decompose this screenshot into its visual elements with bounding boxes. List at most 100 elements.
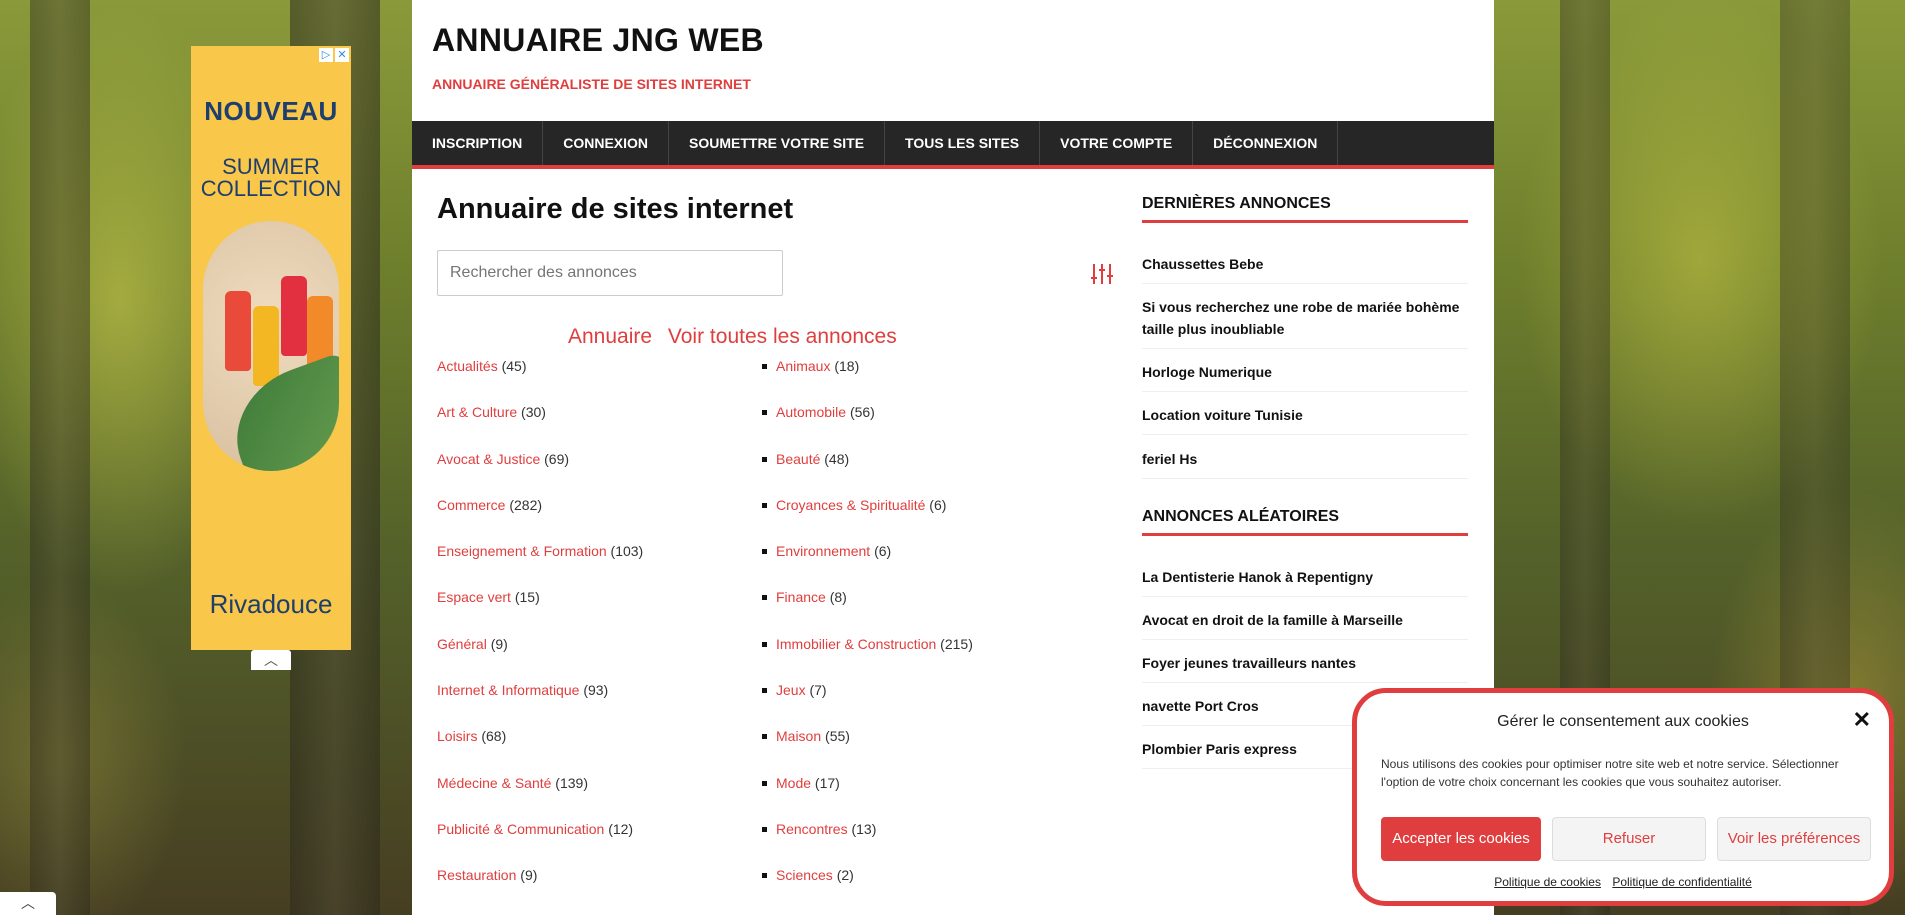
sidebar-item[interactable]: Chaussettes Bebe [1142, 253, 1468, 284]
link-privacy-policy[interactable]: Politique de confidentialité [1612, 875, 1751, 889]
category-link[interactable]: Loisirs [437, 728, 477, 744]
category-count: (6) [929, 496, 947, 513]
bullet-icon [762, 549, 767, 555]
sidebar-item[interactable]: Si vous recherchez une robe de mariée bo… [1142, 296, 1468, 349]
category-count: (30) [521, 404, 546, 421]
category-count: (6) [874, 543, 892, 560]
category-item: Rencontres (13) [762, 821, 973, 867]
directory-links: Annuaire Voir toutes les annonces [568, 325, 907, 349]
category-link[interactable]: Animaux [776, 358, 830, 374]
category-item: Art & Culture (30) [437, 404, 643, 450]
corner-collapse-chevron-icon[interactable]: ︿ [0, 892, 56, 915]
category-count: (18) [834, 358, 860, 374]
category-link[interactable]: Internet & Informatique [437, 682, 579, 698]
category-count: (69) [544, 450, 570, 467]
cookie-description: Nous utilisons des cookies pour optimise… [1381, 757, 1839, 789]
category-link[interactable]: Finance [776, 589, 826, 605]
filter-sliders-icon[interactable] [1090, 262, 1114, 286]
ad-brand: Rivadouce [209, 589, 333, 619]
bullet-icon [762, 595, 767, 601]
bullet-icon [762, 734, 767, 740]
sidebar-item[interactable]: Foyer jeunes travailleurs nantes [1142, 652, 1468, 683]
bullet-icon [762, 826, 767, 832]
page-heading: Annuaire de sites internet [437, 193, 794, 225]
advertisement-banner[interactable]: ▷ ✕ NOUVEAU SUMMER COLLECTION Rivadouce [191, 46, 351, 650]
nav-soumettre[interactable]: SOUMETTRE VOTRE SITE [669, 121, 886, 165]
sidebar-item[interactable]: Location voiture Tunisie [1142, 404, 1468, 435]
category-count: (12) [608, 820, 634, 837]
category-item: Jeux (7) [762, 682, 973, 728]
category-count: (282) [509, 496, 543, 513]
category-link[interactable]: Art & Culture [437, 404, 517, 420]
sidebar-item[interactable]: La Dentisterie Hanok à Repentigny [1142, 566, 1468, 597]
nav-tous-les-sites[interactable]: TOUS LES SITES [885, 121, 1041, 165]
nav-votre-compte[interactable]: VOTRE COMPTE [1040, 121, 1194, 165]
nav-inscription[interactable]: INSCRIPTION [412, 121, 544, 165]
category-count: (139) [555, 774, 588, 791]
category-link[interactable]: Environnement [776, 543, 870, 559]
accept-cookies-button[interactable]: Accepter les cookies [1381, 817, 1541, 861]
category-count: (215) [940, 635, 973, 652]
category-count: (45) [501, 358, 527, 374]
sidebar-item[interactable]: Horloge Numerique [1142, 361, 1468, 392]
nav-deconnexion[interactable]: DÉCONNEXION [1193, 121, 1339, 165]
ad-choices-icon[interactable]: ▷ [319, 48, 333, 62]
category-link[interactable]: Publicité & Communication [437, 821, 604, 837]
category-link[interactable]: Avocat & Justice [437, 451, 540, 467]
category-item: Internet & Informatique (93) [437, 682, 643, 728]
category-link[interactable]: Sciences [776, 867, 833, 883]
category-item: Enseignement & Formation (103) [437, 543, 643, 589]
category-item: Immobilier & Construction (215) [762, 635, 973, 682]
category-item: Finance (8) [762, 589, 973, 635]
category-link[interactable]: Général [437, 636, 487, 652]
search-input[interactable] [437, 250, 783, 296]
ad-title: NOUVEAU [204, 96, 338, 126]
category-item: Commerce (282) [437, 497, 643, 543]
category-link[interactable]: Commerce [437, 497, 505, 513]
category-link[interactable]: Espace vert [437, 589, 511, 605]
category-item: Loisirs (68) [437, 728, 643, 774]
category-link[interactable]: Rencontres [776, 821, 848, 837]
category-item: Croyances & Spiritualité (6) [762, 496, 973, 543]
category-link[interactable]: Immobilier & Construction [776, 636, 936, 652]
sidebar-item[interactable]: Avocat en droit de la famille à Marseill… [1142, 609, 1468, 640]
site-title[interactable]: ANNUAIRE JNG WEB [432, 22, 764, 59]
category-item: Publicité & Communication (12) [437, 821, 643, 867]
sidebar-item[interactable]: feriel Hs [1142, 448, 1468, 479]
link-cookie-policy[interactable]: Politique de cookies [1494, 875, 1601, 889]
bullet-icon [762, 688, 767, 694]
category-link[interactable]: Médecine & Santé [437, 775, 551, 791]
category-item: Beauté (48) [762, 450, 973, 497]
category-item: Médecine & Santé (139) [437, 775, 643, 821]
category-item: Sciences (2) [762, 867, 973, 913]
category-link[interactable]: Maison [776, 728, 821, 744]
bullet-icon [762, 456, 767, 462]
category-link[interactable]: Enseignement & Formation [437, 543, 607, 559]
sidebar-random-title: ANNONCES ALÉATOIRES [1142, 508, 1340, 525]
close-icon[interactable]: ✕ [1853, 707, 1871, 733]
view-preferences-button[interactable]: Voir les préférences [1717, 817, 1871, 861]
category-item: Actualités (45) [437, 358, 643, 404]
link-voir-toutes[interactable]: Voir toutes les annonces [668, 325, 897, 348]
ad-product-image [203, 221, 339, 471]
refuse-cookies-button[interactable]: Refuser [1552, 817, 1706, 861]
category-link[interactable]: Mode [776, 775, 811, 791]
link-annuaire[interactable]: Annuaire [568, 325, 652, 348]
category-link[interactable]: Restauration [437, 867, 516, 883]
ad-collapse-chevron-icon[interactable]: ︿ [251, 650, 291, 670]
category-item: Général (9) [437, 636, 643, 682]
category-count: (48) [824, 450, 850, 467]
cookie-policy-links: Politique de cookies Politique de confid… [1357, 875, 1889, 889]
categories-right: Animaux (18) Automobile (56) Beauté (48) Cr… [762, 358, 973, 914]
category-link[interactable]: Jeux [776, 682, 806, 698]
ad-subtitle: SUMMER COLLECTION [200, 154, 342, 201]
category-count: (68) [481, 728, 507, 745]
category-link[interactable]: Beauté [776, 451, 820, 467]
category-count: (2) [836, 867, 854, 884]
ad-close-icon[interactable]: ✕ [335, 48, 349, 62]
sidebar-underline [1142, 533, 1468, 536]
nav-connexion[interactable]: CONNEXION [543, 121, 670, 165]
category-link[interactable]: Croyances & Spiritualité [776, 497, 925, 513]
category-link[interactable]: Automobile [776, 404, 846, 420]
category-link[interactable]: Actualités [437, 358, 498, 374]
